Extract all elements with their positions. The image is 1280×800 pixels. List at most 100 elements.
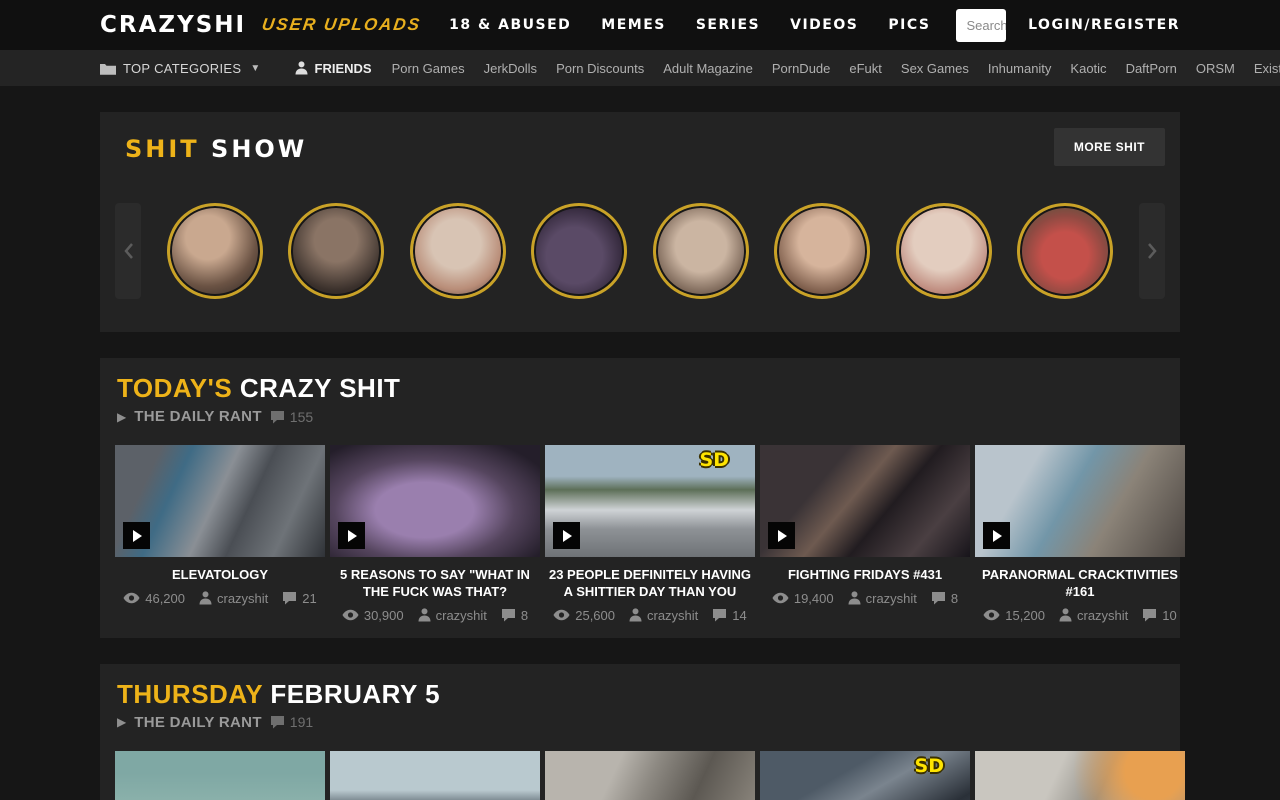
- author-name: crazyshit: [217, 591, 268, 606]
- carousel-thumb-1[interactable]: [167, 203, 263, 299]
- main-nav-item-videos[interactable]: VIDEOS: [790, 17, 858, 33]
- video-card[interactable]: SD: [760, 751, 970, 800]
- video-thumbnail[interactable]: [975, 445, 1185, 557]
- video-stats: 15,200crazyshit10: [975, 608, 1185, 623]
- video-card[interactable]: FIGHTING FRIDAYS #431 19,400 crazyshit 8: [760, 445, 970, 623]
- video-title[interactable]: 23 PEOPLE DEFINITELY HAVING A SHITTIER D…: [545, 567, 755, 601]
- author-stat[interactable]: crazyshit: [848, 591, 917, 606]
- video-thumbnail[interactable]: [330, 445, 540, 557]
- play-icon: [338, 522, 365, 549]
- friend-link-inhumanity[interactable]: Inhumanity: [988, 61, 1052, 76]
- login-register-link[interactable]: LOGIN/REGISTER: [1028, 17, 1180, 33]
- video-card[interactable]: [330, 751, 540, 800]
- video-thumbnail[interactable]: [330, 751, 540, 800]
- carousel-prev-button[interactable]: [115, 203, 141, 299]
- video-card[interactable]: [975, 751, 1185, 800]
- user-icon: [848, 591, 861, 605]
- play-icon: [983, 522, 1010, 549]
- video-thumbnail[interactable]: [760, 445, 970, 557]
- more-shit-button[interactable]: MORE SHIT: [1054, 128, 1165, 166]
- friend-link-kaotic[interactable]: Kaotic: [1070, 61, 1106, 76]
- views-stat: 19,400: [772, 591, 834, 606]
- chevron-left-icon: [123, 242, 134, 260]
- video-thumbnail[interactable]: [975, 751, 1185, 800]
- main-nav-item-18-abused[interactable]: 18 & ABUSED: [449, 17, 571, 33]
- shit-show-carousel: [115, 185, 1165, 317]
- author-stat[interactable]: crazyshit: [199, 591, 268, 606]
- video-card[interactable]: [115, 751, 325, 800]
- folder-icon: [100, 62, 116, 75]
- video-thumbnail[interactable]: SD: [760, 751, 970, 800]
- video-card[interactable]: 5 REASONS TO SAY "WHAT IN THE FUCK WAS T…: [330, 445, 540, 623]
- play-icon: [553, 522, 580, 549]
- video-title[interactable]: FIGHTING FRIDAYS #431: [760, 567, 970, 584]
- rant-comment-count: 191: [270, 714, 313, 730]
- video-title[interactable]: 5 REASONS TO SAY "WHAT IN THE FUCK WAS T…: [330, 567, 540, 601]
- carousel-thumb-6[interactable]: [774, 203, 870, 299]
- friend-link-efukt[interactable]: eFukt: [849, 61, 882, 76]
- carousel-thumb-4[interactable]: [531, 203, 627, 299]
- comments-count: 21: [302, 591, 316, 606]
- section-title: TODAY'S CRAZY SHIT: [115, 373, 1165, 404]
- friend-link-porn-discounts[interactable]: Porn Discounts: [556, 61, 644, 76]
- play-triangle-icon: ▶: [117, 410, 126, 424]
- shit-show-panel: SHIT SHOW MORE SHIT: [100, 112, 1180, 332]
- views-count: 19,400: [794, 591, 834, 606]
- video-card[interactable]: [545, 751, 755, 800]
- video-title[interactable]: PARANORMAL CRACKTIVITIES #161: [975, 567, 1185, 601]
- video-thumbnail[interactable]: [115, 445, 325, 557]
- comments-stat: 8: [931, 591, 958, 606]
- main-content: SHIT SHOW MORE SHIT TO: [100, 112, 1180, 800]
- carousel-items: [141, 203, 1139, 299]
- main-nav-item-pics[interactable]: PICS: [888, 17, 930, 33]
- user-icon: [199, 591, 212, 605]
- friend-link-porn-games[interactable]: Porn Games: [392, 61, 465, 76]
- video-stats: 30,900crazyshit8: [330, 608, 540, 623]
- author-stat[interactable]: crazyshit: [629, 608, 698, 623]
- video-card[interactable]: SD 23 PEOPLE DEFINITELY HAVING A SHITTIER…: [545, 445, 755, 623]
- top-categories-dropdown[interactable]: TOP CATEGORIES ▼: [100, 61, 261, 76]
- main-nav-item-memes[interactable]: MEMES: [601, 17, 666, 33]
- friend-link-sex-games[interactable]: Sex Games: [901, 61, 969, 76]
- author-stat[interactable]: crazyshit: [418, 608, 487, 623]
- comment-icon: [282, 591, 297, 605]
- friend-link-jerkdolls[interactable]: JerkDolls: [484, 61, 537, 76]
- search-input[interactable]: [956, 18, 1006, 33]
- carousel-thumb-3[interactable]: [410, 203, 506, 299]
- friend-link-adult-magazine[interactable]: Adult Magazine: [663, 61, 753, 76]
- views-count: 15,200: [1005, 608, 1045, 623]
- video-thumbnail[interactable]: SD: [545, 445, 755, 557]
- friend-link-orsm[interactable]: ORSM: [1196, 61, 1235, 76]
- section-title-accent: THURSDAY: [117, 679, 270, 709]
- carousel-thumb-2[interactable]: [288, 203, 384, 299]
- main-nav-item-series[interactable]: SERIES: [696, 17, 760, 33]
- page: CRAZYSHI USER UPLOADS 18 & ABUSED MEMES SE…: [0, 0, 1280, 800]
- author-name: crazyshit: [866, 591, 917, 606]
- daily-rant-link[interactable]: THE DAILY RANT: [134, 408, 262, 425]
- friend-link-porndude[interactable]: PornDude: [772, 61, 831, 76]
- video-thumbnail[interactable]: [115, 751, 325, 800]
- views-stat: 46,200: [123, 591, 185, 606]
- daily-rant-link[interactable]: THE DAILY RANT: [134, 714, 262, 731]
- user-icon: [418, 608, 431, 622]
- carousel-thumb-8[interactable]: [1017, 203, 1113, 299]
- eye-icon: [772, 592, 789, 604]
- video-title[interactable]: ELEVATOLOGY: [115, 567, 325, 584]
- author-stat[interactable]: crazyshit: [1059, 608, 1128, 623]
- video-thumbnail[interactable]: [545, 751, 755, 800]
- carousel-thumb-5[interactable]: [653, 203, 749, 299]
- comment-icon: [1142, 608, 1157, 622]
- author-name: crazyshit: [1077, 608, 1128, 623]
- site-logo[interactable]: CRAZYSHI: [100, 12, 246, 38]
- friend-link-daftporn[interactable]: DaftPorn: [1126, 61, 1177, 76]
- video-card[interactable]: ELEVATOLOGY 46,200 crazyshit 21: [115, 445, 325, 623]
- shit-show-title-accent: SHIT: [125, 135, 200, 163]
- friends-link[interactable]: FRIENDS: [295, 61, 372, 76]
- video-card[interactable]: PARANORMAL CRACKTIVITIES #161 15,200 crazy…: [975, 445, 1185, 623]
- daily-rant-row: ▶THE DAILY RANT155: [115, 408, 1165, 425]
- carousel-thumb-7[interactable]: [896, 203, 992, 299]
- carousel-next-button[interactable]: [1139, 203, 1165, 299]
- friend-link-existenz[interactable]: Existenz: [1254, 61, 1280, 76]
- video-grid: ELEVATOLOGY 46,200 crazyshit 21 5 REASONS TO…: [115, 445, 1165, 623]
- site-tagline: USER UPLOADS: [261, 15, 423, 35]
